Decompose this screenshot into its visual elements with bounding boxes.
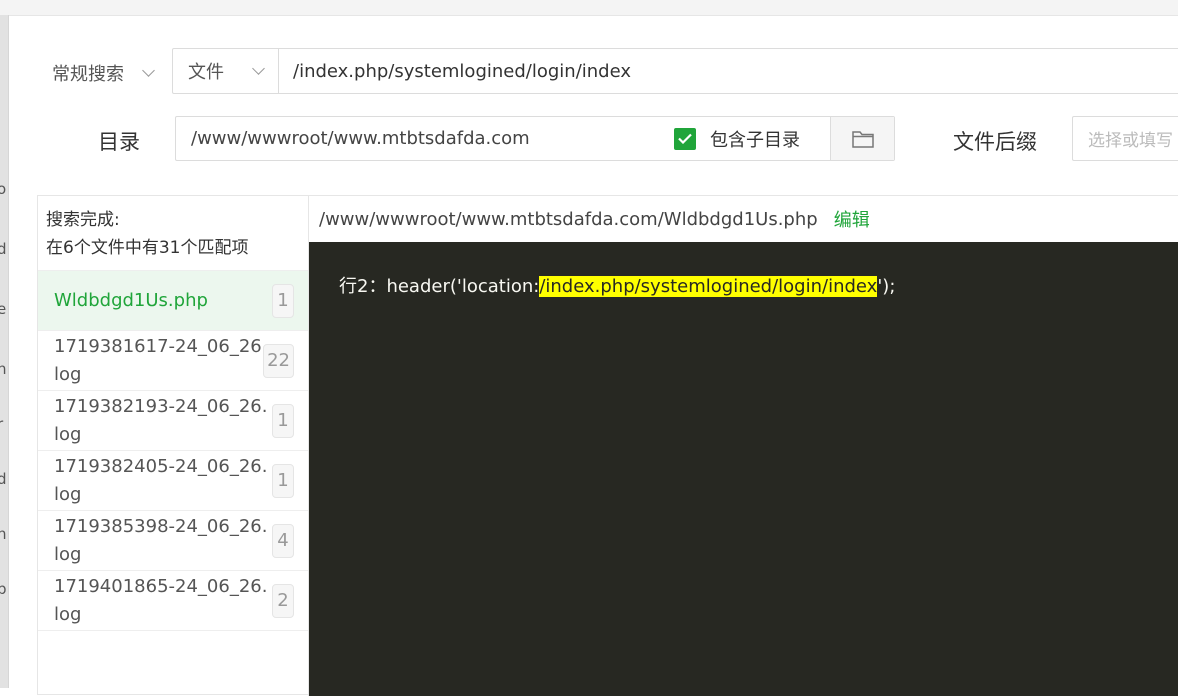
file-name: 1719382405-24_06_26.log <box>54 455 268 505</box>
browse-folder-button[interactable] <box>830 117 894 160</box>
file-name: 1719381617-24_06_26.log <box>54 335 268 385</box>
results-sidebar: 搜索完成: 在6个文件中有31个匹配项 Wldbdgd1Us.php 1 171… <box>38 196 309 696</box>
match-count-badge: 4 <box>272 523 294 558</box>
file-item[interactable]: Wldbdgd1Us.php 1 <box>38 271 308 331</box>
check-icon <box>678 133 692 144</box>
chevron-down-icon <box>252 61 265 75</box>
file-item[interactable]: 1719382405-24_06_26.log 1 <box>38 451 308 511</box>
include-subdirs-checkbox[interactable] <box>674 127 696 150</box>
chevron-down-icon <box>142 63 155 77</box>
code-preview: 行2：header('location:/index.php/systemlog… <box>309 242 1178 696</box>
file-name: 1719385398-24_06_26.log <box>54 515 268 565</box>
search-scope-select[interactable]: 文件 <box>173 49 279 93</box>
file-name: 1719401865-24_06_26.log <box>54 575 268 625</box>
preview-path-bar: /www/wwwroot/www.mtbtsdafda.com/Wldbdgd1… <box>309 196 1178 242</box>
line-suffix: '); <box>877 276 896 297</box>
file-item[interactable]: 1719381617-24_06_26.log 22 <box>38 331 308 391</box>
file-item[interactable]: 1719385398-24_06_26.log 4 <box>38 511 308 571</box>
directory-label: 目录 <box>98 130 140 154</box>
file-name: Wldbdgd1Us.php <box>54 289 208 311</box>
edit-link[interactable]: 编辑 <box>834 206 870 232</box>
search-scope-label: 文件 <box>188 62 224 83</box>
results-panel: 搜索完成: 在6个文件中有31个匹配项 Wldbdgd1Us.php 1 171… <box>37 195 1178 696</box>
file-extension-input[interactable]: 选择或填写 <box>1072 116 1178 161</box>
file-item[interactable]: 1719401865-24_06_26.log 2 <box>38 571 308 631</box>
directory-box: /www/wwwroot/www.mtbtsdafda.com 包含子目录 <box>175 116 895 161</box>
preview-pane: /www/wwwroot/www.mtbtsdafda.com/Wldbdgd1… <box>309 196 1178 696</box>
summary-status: 搜索完成: <box>46 210 120 230</box>
search-mode-label: 常规搜索 <box>52 64 124 85</box>
file-name: 1719382193-24_06_26.log <box>54 395 268 445</box>
background-window-edge: ode nrd hp <box>0 15 9 688</box>
match-count-badge: 22 <box>263 343 294 378</box>
file-item[interactable]: 1719382193-24_06_26.log 1 <box>38 391 308 451</box>
include-subdirs-label: 包含子目录 <box>710 129 800 151</box>
search-mode-select[interactable]: 常规搜索 <box>52 60 155 86</box>
summary-counts: 在6个文件中有31个匹配项 <box>46 238 249 258</box>
match-count-badge: 1 <box>272 403 294 438</box>
folder-icon <box>851 130 874 148</box>
file-extension-label: 文件后缀 <box>953 130 1037 154</box>
search-summary: 搜索完成: 在6个文件中有31个匹配项 <box>38 196 308 271</box>
preview-file-path: /www/wwwroot/www.mtbtsdafda.com/Wldbdgd1… <box>319 208 818 230</box>
match-count-badge: 2 <box>272 583 294 618</box>
match-count-badge: 1 <box>272 283 294 318</box>
match-line[interactable]: 行2：header('location:/index.php/systemlog… <box>339 272 895 298</box>
match-highlight: /index.php/systemlogined/login/index <box>539 276 878 297</box>
include-subdirs-toggle[interactable]: 包含子目录 <box>674 117 830 160</box>
search-box: 文件 /index.php/systemlogined/login/index <box>172 48 1178 94</box>
match-count-badge: 1 <box>272 463 294 498</box>
search-input[interactable]: /index.php/systemlogined/login/index <box>279 49 1178 93</box>
directory-input[interactable]: /www/wwwroot/www.mtbtsdafda.com <box>176 117 674 160</box>
top-bar <box>0 0 1178 16</box>
line-prefix: 行2：header('location: <box>339 276 540 297</box>
